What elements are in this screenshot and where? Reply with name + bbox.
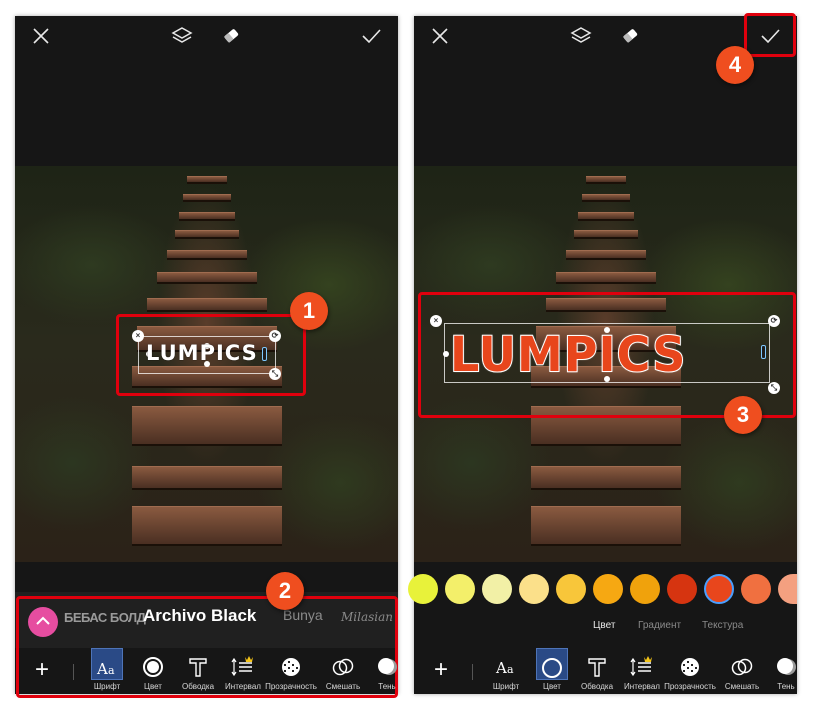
blend-icon — [332, 658, 354, 676]
tool-shadow[interactable]: Тень — [760, 648, 812, 694]
color-swatch-selected[interactable] — [704, 574, 734, 604]
tool-opacity[interactable]: Прозрачность — [265, 648, 317, 694]
tool-font[interactable]: Aa Шрифт — [81, 648, 133, 694]
add-button[interactable]: + — [35, 656, 49, 684]
color-swatch[interactable] — [408, 574, 438, 604]
font-icon: Aa — [495, 659, 514, 677]
top-toolbar — [15, 16, 398, 58]
color-icon — [542, 658, 562, 678]
tool-row-right: + Aa Шрифт Цвет Обводка Интервал Прозрач… — [414, 648, 797, 694]
eraser-icon[interactable] — [221, 26, 241, 46]
color-icon — [143, 657, 163, 677]
color-swatch[interactable] — [556, 574, 586, 604]
step-badge-4: 4 — [716, 46, 754, 84]
close-icon[interactable] — [430, 26, 450, 46]
shadow-icon — [378, 658, 397, 675]
color-swatch[interactable] — [482, 574, 512, 604]
eraser-icon[interactable] — [620, 26, 640, 46]
tool-shadow[interactable]: Тень — [361, 648, 413, 694]
opacity-icon — [282, 658, 300, 676]
blend-icon — [731, 658, 753, 676]
font-icon: Aa — [96, 660, 115, 678]
tool-opacity[interactable]: Прозрачность — [664, 648, 716, 694]
step-badge-1: 1 — [290, 292, 328, 330]
tool-font[interactable]: Aa Шрифт — [480, 648, 532, 694]
spacing-icon — [231, 656, 253, 677]
color-swatch[interactable] — [519, 574, 549, 604]
color-swatch[interactable] — [667, 574, 697, 604]
shadow-icon — [777, 658, 796, 675]
close-icon[interactable] — [31, 26, 51, 46]
step-badge-3: 3 — [724, 396, 762, 434]
stroke-icon — [588, 658, 606, 677]
tab-gradient[interactable]: Градиент — [638, 620, 681, 631]
step-badge-2: 2 — [266, 572, 304, 610]
svg-text:a: a — [507, 663, 514, 676]
layers-icon[interactable] — [570, 26, 592, 46]
tab-texture[interactable]: Текстура — [702, 620, 743, 631]
opacity-icon — [681, 658, 699, 676]
highlight-box-confirm — [744, 13, 796, 57]
svg-text:A: A — [495, 659, 507, 677]
color-swatch[interactable] — [630, 574, 660, 604]
color-swatch[interactable] — [741, 574, 771, 604]
svg-text:a: a — [108, 664, 115, 677]
tool-row-left: + Aa Шрифт Цвет Обводка Интервал Прозрач… — [15, 648, 398, 694]
stroke-icon — [189, 658, 207, 677]
tool-spacing[interactable]: Интервал — [616, 648, 668, 694]
color-swatch[interactable] — [593, 574, 623, 604]
highlight-box-text — [116, 314, 306, 396]
color-swatch[interactable] — [445, 574, 475, 604]
layers-icon[interactable] — [171, 26, 193, 46]
spacing-icon — [630, 656, 652, 677]
tab-color[interactable]: Цвет — [593, 620, 615, 631]
svg-text:A: A — [96, 660, 108, 678]
check-icon[interactable] — [360, 26, 382, 46]
add-button[interactable]: + — [434, 656, 448, 684]
tutorial-screenshot: × ⟳ ⤡ LUMPICS 1 БЕБАС БОЛД Archivo Black… — [0, 0, 813, 710]
tool-spacing[interactable]: Интервал — [217, 648, 269, 694]
